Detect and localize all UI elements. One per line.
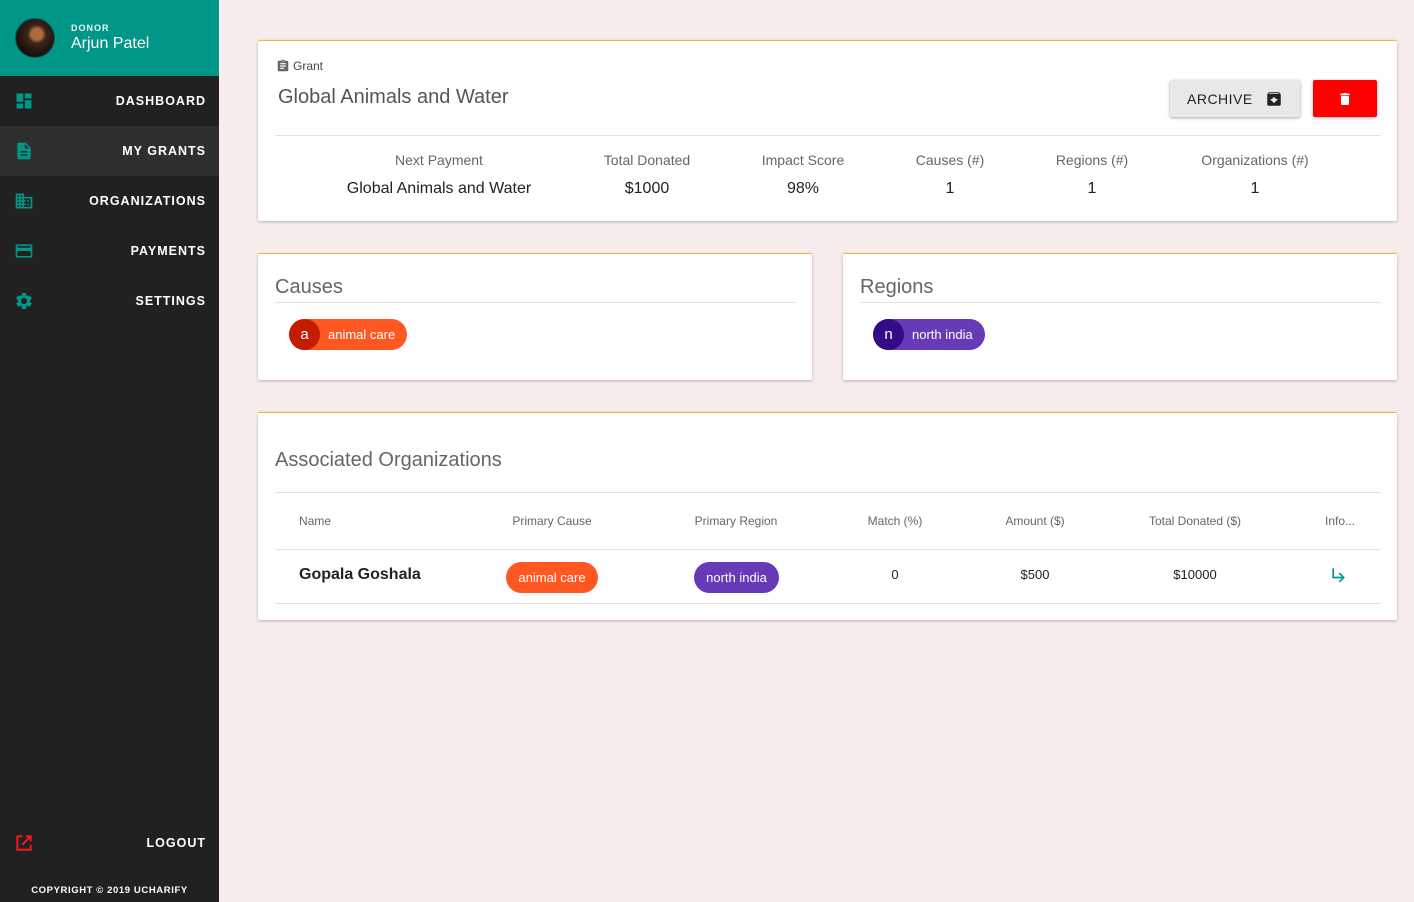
document-icon <box>14 141 34 161</box>
match-value: 0 <box>891 567 899 582</box>
avatar <box>15 18 55 58</box>
stat-value: 1 <box>1250 180 1260 197</box>
archive-icon <box>1267 91 1281 106</box>
stat-label: Regions (#) <box>1055 152 1129 168</box>
column-header-name[interactable]: Name <box>299 514 331 528</box>
stat-causes-count: Causes (#) 1 <box>916 152 984 198</box>
stat-label: Causes (#) <box>915 152 985 168</box>
grant-card: Grant Global Animals and Water ARCHIVE N… <box>258 40 1397 221</box>
chip-avatar: n <box>873 319 904 350</box>
nav-label-payments: PAYMENTS <box>130 244 206 258</box>
regions-card: Regions n north india <box>843 253 1397 380</box>
nav-label-my-grants: MY GRANTS <box>122 144 206 158</box>
regions-title: Regions <box>860 276 934 298</box>
delete-button[interactable] <box>1313 80 1377 117</box>
grant-label-text: Grant <box>293 59 324 73</box>
stat-regions-count: Regions (#) 1 <box>1056 152 1128 198</box>
user-role: DONOR <box>71 23 110 33</box>
cause-pill: animal care <box>506 562 598 593</box>
causes-title: Causes <box>275 276 343 298</box>
archive-button[interactable]: ARCHIVE <box>1170 80 1300 117</box>
stat-total-donated: Total Donated $1000 <box>604 152 690 198</box>
logout-button[interactable]: LOGOUT <box>0 818 219 868</box>
sidebar: DONOR Arjun Patel DASHBOARD MY GRANTS OR… <box>0 0 219 902</box>
stat-value: 1 <box>945 180 955 197</box>
stat-value: Global Animals and Water <box>346 180 532 197</box>
subdirectory-arrow-icon[interactable] <box>1329 565 1349 585</box>
nav-label-organizations: ORGANIZATIONS <box>89 194 206 208</box>
divider <box>275 302 796 303</box>
organizations-title: Associated Organizations <box>275 449 502 471</box>
logout-label: LOGOUT <box>146 836 206 850</box>
chip-label: north india <box>912 327 973 342</box>
stat-label: Impact Score <box>761 152 845 168</box>
user-profile[interactable]: DONOR Arjun Patel <box>0 0 219 76</box>
column-header-match[interactable]: Match (%) <box>868 514 923 528</box>
column-header-info: Info... <box>1324 514 1356 528</box>
stat-value: 98% <box>786 180 820 197</box>
stat-label: Organizations (#) <box>1201 152 1309 168</box>
stat-next-payment: Next Payment Global Animals and Water <box>347 152 531 198</box>
divider <box>275 135 1381 136</box>
grant-label: Grant <box>276 58 323 74</box>
cause-chip[interactable]: a animal care <box>289 319 408 350</box>
stat-value: 1 <box>1087 180 1097 197</box>
organizations-card: Associated Organizations Name Primary Ca… <box>258 412 1397 620</box>
nav-item-settings[interactable]: SETTINGS <box>0 276 219 326</box>
dashboard-icon <box>14 91 34 111</box>
region-pill: north india <box>694 562 779 593</box>
divider <box>275 549 1381 550</box>
chip-label: animal care <box>328 327 396 342</box>
clipboard-icon <box>277 59 289 72</box>
grant-title: Global Animals and Water <box>278 86 509 108</box>
stat-value: $1000 <box>624 180 670 197</box>
divider <box>275 603 1381 604</box>
causes-card: Causes a animal care <box>258 253 812 380</box>
nav-item-payments[interactable]: PAYMENTS <box>0 226 219 276</box>
nav-label-settings: SETTINGS <box>135 294 206 308</box>
chip-avatar: a <box>289 319 320 350</box>
nav-item-organizations[interactable]: ORGANIZATIONS <box>0 176 219 226</box>
region-chip[interactable]: n north india <box>873 319 985 350</box>
column-header-primary-region[interactable]: Primary Region <box>695 514 778 528</box>
divider <box>860 302 1381 303</box>
column-header-primary-cause[interactable]: Primary Cause <box>512 514 591 528</box>
external-link-icon <box>14 833 34 853</box>
user-name: Arjun Patel <box>71 35 150 52</box>
org-name: Gopala Goshala <box>299 566 421 583</box>
column-header-amount[interactable]: Amount ($) <box>1005 514 1064 528</box>
stat-impact-score: Impact Score 98% <box>762 152 844 198</box>
building-icon <box>14 191 34 211</box>
gear-icon <box>14 291 34 311</box>
stat-organizations-count: Organizations (#) 1 <box>1201 152 1308 198</box>
column-header-total-donated[interactable]: Total Donated ($) <box>1149 514 1241 528</box>
total-donated-value: $10000 <box>1173 567 1217 582</box>
trash-icon <box>1340 92 1350 105</box>
amount-value: $500 <box>1020 567 1050 582</box>
copyright: COPYRIGHT © 2019 UCHARIFY <box>31 885 188 896</box>
stat-label: Next Payment <box>395 152 483 168</box>
divider <box>275 492 1381 493</box>
nav-item-my-grants[interactable]: MY GRANTS <box>0 126 219 176</box>
credit-card-icon <box>14 241 34 261</box>
archive-button-label: ARCHIVE <box>1187 90 1253 107</box>
nav-item-dashboard[interactable]: DASHBOARD <box>0 76 219 126</box>
nav-label-dashboard: DASHBOARD <box>115 94 206 108</box>
stat-label: Total Donated <box>603 152 691 168</box>
